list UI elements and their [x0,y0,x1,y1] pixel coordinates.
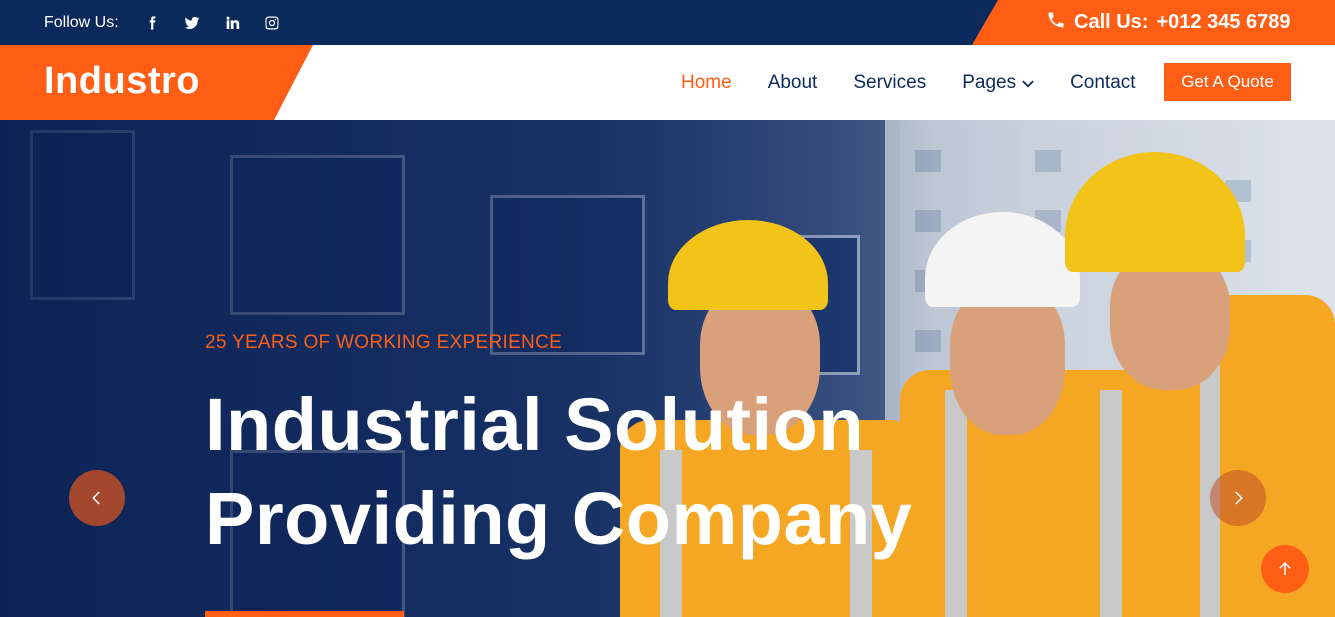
phone-icon [1046,10,1066,36]
get-quote-button[interactable]: Get A Quote [1164,63,1291,101]
twitter-icon[interactable] [181,12,203,34]
chevron-down-icon [1022,80,1034,87]
hero-carousel: 25 YEARS OF WORKING EXPERIENCE Industria… [0,120,1335,617]
hero-title-line-2: Providing Company [205,477,913,560]
nav-contact[interactable]: Contact [1070,72,1135,94]
chevron-left-icon [92,491,100,505]
hero-subtitle: 25 YEARS OF WORKING EXPERIENCE [205,332,563,353]
top-bar: Follow Us: Call Us: +012 345 6789 [0,0,1335,45]
main-nav: Home About Services Pages Contact [681,45,1136,120]
brand-name: Industro [44,60,200,102]
nav-pages-label: Pages [962,71,1017,93]
brand-logo[interactable]: Industro [0,45,313,120]
carousel-prev-button[interactable] [69,470,125,526]
call-us-box[interactable]: Call Us: +012 345 6789 [972,0,1335,45]
back-to-top-button[interactable] [1261,545,1309,593]
call-us-label: Call Us: [1074,11,1149,33]
follow-us-label: Follow Us: [44,13,119,31]
instagram-icon[interactable] [261,12,283,34]
nav-about[interactable]: About [768,72,818,94]
nav-home[interactable]: Home [681,72,732,94]
hero-title-line-1: Industrial Solution [205,383,865,466]
phone-number: +012 345 6789 [1156,11,1291,33]
chevron-right-icon [1235,491,1243,505]
follow-us: Follow Us: [44,0,283,45]
facebook-icon[interactable] [141,12,163,34]
nav-pages[interactable]: Pages [962,72,1034,94]
arrow-up-icon [1279,561,1291,575]
navbar: Industro Home About Services Pages Conta… [0,45,1335,120]
linkedin-icon[interactable] [221,12,243,34]
carousel-next-button[interactable] [1210,470,1266,526]
hero-read-more-button[interactable] [205,611,404,617]
nav-services[interactable]: Services [853,72,926,94]
